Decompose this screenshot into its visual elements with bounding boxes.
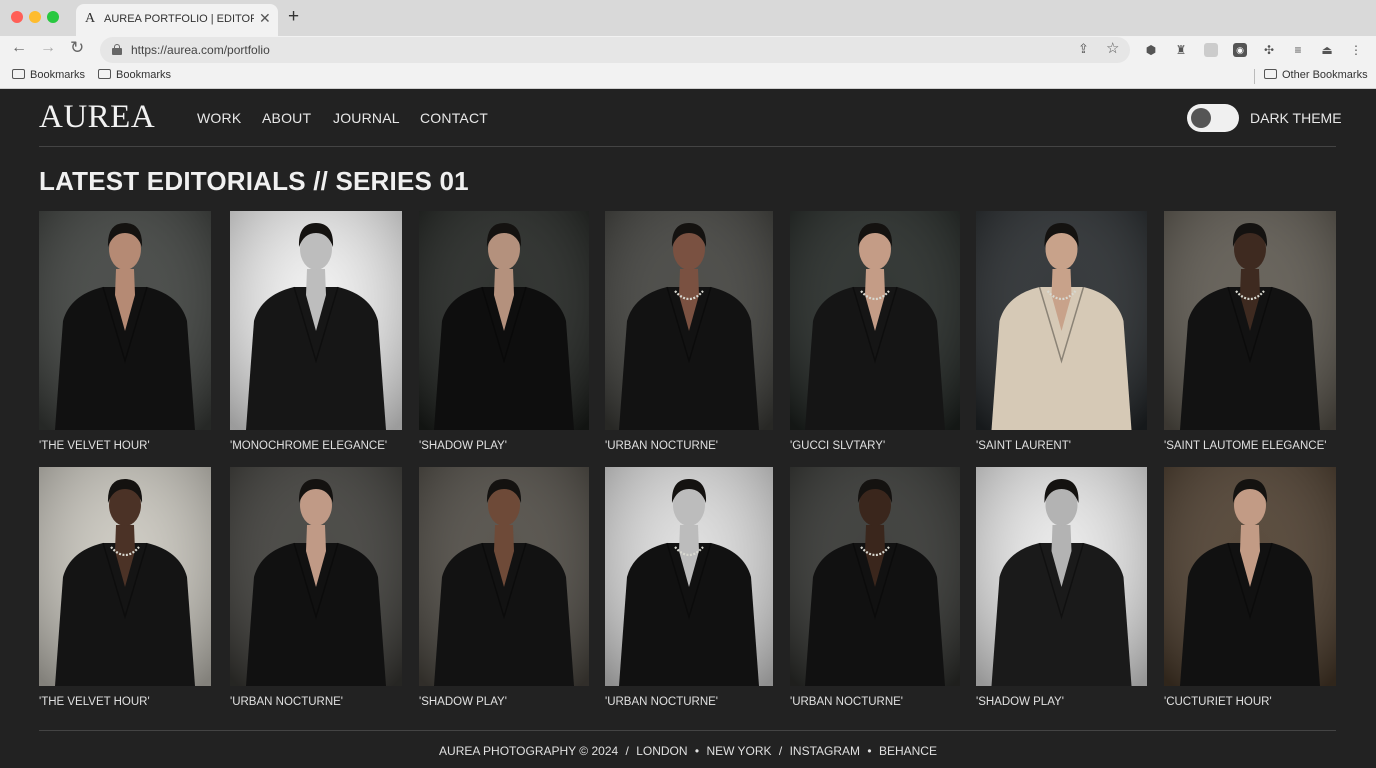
editorial-photo[interactable] (790, 467, 960, 686)
footer-london[interactable]: LONDON (636, 744, 687, 758)
back-arrow-icon[interactable]: ← (11, 39, 27, 57)
footer-behance-link[interactable]: BEHANCE (879, 744, 937, 758)
editorial-photo[interactable] (976, 467, 1147, 686)
gallery-card[interactable]: 'URBAN NOCTURNE' (230, 467, 402, 708)
editorial-photo[interactable] (230, 211, 402, 430)
bookmarks-bar: Bookmarks Bookmarks Other Bookmarks (0, 64, 1376, 89)
editorial-photo[interactable] (1164, 467, 1336, 686)
gallery-caption: 'SHADOW PLAY' (976, 696, 1064, 708)
theme-label: DARK THEME (1250, 110, 1342, 126)
gallery-card[interactable]: 'CUCTURIET HOUR' (1164, 467, 1336, 708)
toggle-knob (1191, 108, 1211, 128)
footer-new-york[interactable]: NEW YORK (706, 744, 771, 758)
nav-about[interactable]: ABOUT (262, 110, 311, 126)
bookmark-folder-2[interactable]: Bookmarks (98, 69, 171, 81)
bookmark-star-icon[interactable]: ☆ (1106, 39, 1119, 57)
editorial-photo[interactable] (230, 467, 402, 686)
gallery-caption: 'THE VELVET HOUR' (39, 696, 150, 708)
dark-theme-toggle[interactable] (1187, 104, 1239, 132)
reading-list-icon[interactable]: ≡ (1291, 43, 1305, 57)
gallery-caption: 'SAINT LAUTOME ELEGANCE' (1164, 440, 1327, 452)
browser-tab-bar: A AUREA PORTFOLIO | EDITORIA ✕ + (0, 0, 1376, 36)
gallery-card[interactable]: 'SHADOW PLAY' (976, 467, 1147, 708)
extensions-puzzle-icon[interactable]: ✣ (1262, 43, 1276, 57)
browser-tab-active[interactable]: A AUREA PORTFOLIO | EDITORIA ✕ (76, 4, 278, 36)
reload-icon[interactable]: ↻ (70, 38, 84, 58)
footer-divider (39, 730, 1336, 731)
gallery-card[interactable]: 'URBAN NOCTURNE' (790, 467, 960, 708)
editorial-photo[interactable] (790, 211, 960, 430)
profile-flask-icon[interactable]: ⏏ (1320, 43, 1334, 57)
extension-lion-icon[interactable]: ♜ (1174, 43, 1188, 57)
gallery-caption: 'URBAN NOCTURNE' (605, 696, 719, 708)
gallery-caption: 'GUCCI SLVTARY' (790, 440, 886, 452)
editorial-photo[interactable] (1164, 211, 1336, 430)
gallery-caption: 'MONOCHROME ELEGANCE' (230, 440, 388, 452)
favicon-icon: A (85, 11, 96, 26)
gallery-card[interactable]: 'URBAN NOCTURNE' (605, 211, 773, 452)
url-text[interactable]: https://aurea.com/portfolio (131, 43, 270, 57)
footer-separator: / (625, 744, 629, 758)
gallery-card[interactable]: 'THE VELVET HOUR' (39, 211, 211, 452)
bookmark-folder-1[interactable]: Bookmarks (12, 69, 85, 81)
forward-arrow-icon[interactable]: → (40, 39, 56, 57)
editorial-photo[interactable] (605, 211, 773, 430)
maximize-window-button[interactable] (47, 11, 59, 23)
folder-icon (98, 69, 111, 79)
gallery-card[interactable]: 'SAINT LAURENT' (976, 211, 1147, 452)
new-tab-button[interactable]: + (288, 6, 299, 28)
footer-dot: • (867, 744, 872, 758)
editorial-photo[interactable] (605, 467, 773, 686)
extension-circle-icon[interactable]: ◉ (1233, 43, 1247, 57)
gallery-caption: 'URBAN NOCTURNE' (790, 696, 904, 708)
extension-shield-icon[interactable]: ⬢ (1144, 43, 1158, 57)
gallery-card[interactable]: 'SHADOW PLAY' (419, 211, 589, 452)
share-icon[interactable]: ⇪ (1078, 41, 1089, 57)
gallery-card[interactable]: 'MONOCHROME ELEGANCE' (230, 211, 402, 452)
editorial-photo[interactable] (976, 211, 1147, 430)
gallery-card[interactable]: 'URBAN NOCTURNE' (605, 467, 773, 708)
editorial-photo[interactable] (419, 211, 589, 430)
gallery-caption: 'CUCTURIET HOUR' (1164, 696, 1272, 708)
editorial-photo[interactable] (39, 211, 211, 430)
footer-separator: / (778, 744, 783, 758)
close-tab-icon[interactable]: ✕ (259, 10, 271, 27)
nav-work[interactable]: WORK (197, 110, 241, 126)
bookmarks-divider (1254, 69, 1255, 84)
footer-copyright: AUREA PHOTOGRAPHY © 2024 (439, 744, 619, 758)
gallery-card[interactable]: 'SAINT LAUTOME ELEGANCE' (1164, 211, 1336, 452)
editorial-photo[interactable] (419, 467, 589, 686)
editorial-photo[interactable] (39, 467, 211, 686)
browser-toolbar: ← → ↻ https://aurea.com/portfolio ⇪ ☆ ⬢ … (0, 36, 1376, 64)
nav-journal[interactable]: JOURNAL (333, 110, 400, 126)
footer-dot: • (694, 744, 700, 758)
menu-kebab-icon[interactable]: ⋮ (1349, 43, 1363, 57)
close-window-button[interactable] (11, 11, 23, 23)
footer-instagram-link[interactable]: INSTAGRAM (790, 744, 860, 758)
folder-icon (1264, 69, 1277, 79)
gallery-card[interactable]: 'THE VELVET HOUR' (39, 467, 211, 708)
minimize-window-button[interactable] (29, 11, 41, 23)
folder-icon (12, 69, 25, 79)
section-title: LATEST EDITORIALS // SERIES 01 (39, 166, 469, 196)
tab-title: AUREA PORTFOLIO | EDITORIA (104, 13, 254, 25)
extension-tile-icon[interactable] (1204, 43, 1218, 57)
site-logo[interactable]: AUREA (39, 99, 155, 136)
lock-icon (112, 44, 122, 55)
gallery-card[interactable]: 'GUCCI SLVTARY' (790, 211, 960, 452)
gallery-caption: 'THE VELVET HOUR' (39, 440, 150, 452)
nav-contact[interactable]: CONTACT (420, 110, 488, 126)
gallery-card[interactable]: 'SHADOW PLAY' (419, 467, 589, 708)
gallery-caption: 'SHADOW PLAY' (419, 696, 507, 708)
gallery-caption: 'SAINT LAURENT' (976, 440, 1071, 452)
other-bookmarks-folder[interactable]: Other Bookmarks (1264, 69, 1368, 81)
gallery-caption: 'URBAN NOCTURNE' (230, 696, 344, 708)
address-bar[interactable]: https://aurea.com/portfolio ⇪ ☆ (100, 37, 1130, 63)
gallery-caption: 'SHADOW PLAY' (419, 440, 507, 452)
gallery-caption: 'URBAN NOCTURNE' (605, 440, 719, 452)
header-divider (39, 146, 1336, 147)
footer: AUREA PHOTOGRAPHY © 2024 / LONDON • NEW … (0, 744, 1376, 758)
